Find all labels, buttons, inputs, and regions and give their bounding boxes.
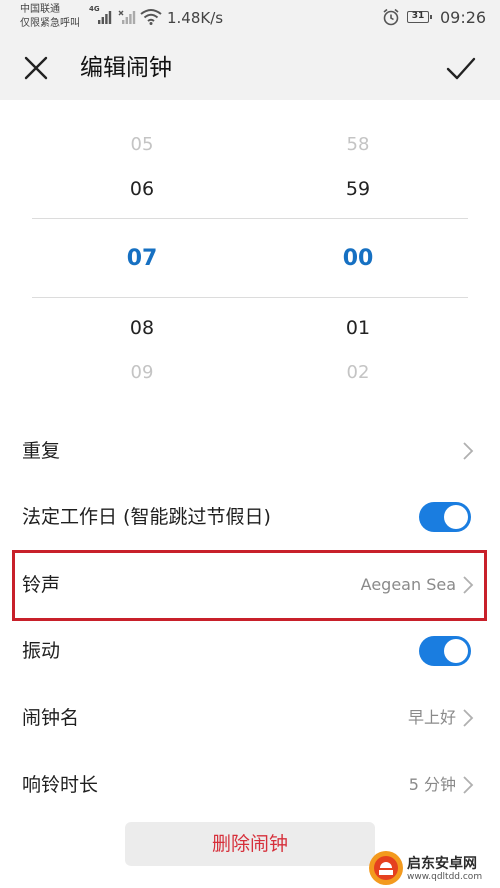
wifi-icon <box>140 8 162 29</box>
delete-alarm-button[interactable]: 删除闹钟 <box>125 822 375 866</box>
time-picker[interactable]: 05 06 07 08 09 58 59 00 01 02 <box>0 100 500 400</box>
toggle-knob <box>444 505 468 529</box>
network-type-label: 4G <box>89 5 100 13</box>
repeat-row[interactable]: 重复 <box>0 418 500 484</box>
ringtone-row[interactable]: 铃声 Aegean Sea <box>0 552 500 618</box>
carrier-name: 中国联通 <box>20 4 60 15</box>
signal-4g-icon: 4G <box>89 5 113 24</box>
carrier-info: 中国联通 仅限紧急呼叫 <box>20 3 80 31</box>
minute-option[interactable]: 58 <box>318 134 398 155</box>
emergency-only-text: 仅限紧急呼叫 <box>20 18 80 29</box>
ring-duration-label: 响铃时长 <box>22 774 99 796</box>
page-title: 编辑闹钟 <box>80 55 172 81</box>
watermark-name: 启东安卓网 <box>407 856 477 872</box>
watermark: 启东安卓网 www.qdltdd.com <box>368 850 500 888</box>
vibration-toggle[interactable] <box>419 636 471 666</box>
chevron-right-icon <box>463 442 474 460</box>
ringtone-value: Aegean Sea <box>360 575 456 594</box>
close-icon <box>24 56 48 80</box>
hour-option[interactable]: 08 <box>102 317 182 339</box>
chevron-right-icon <box>463 776 474 794</box>
signal-no-sim-icon <box>118 9 138 24</box>
ring-duration-row[interactable]: 响铃时长 5 分钟 <box>0 752 500 818</box>
toggle-knob <box>444 639 468 663</box>
vibration-label: 振动 <box>22 640 61 662</box>
check-icon <box>446 57 476 80</box>
watermark-url: www.qdltdd.com <box>407 872 483 882</box>
picker-divider-bottom <box>32 297 468 298</box>
battery-icon: 31 <box>407 11 432 23</box>
workday-label: 法定工作日 (智能跳过节假日) <box>22 506 271 528</box>
alarm-name-value: 早上好 <box>407 708 456 727</box>
battery-level: 31 <box>411 11 425 21</box>
minute-option[interactable]: 59 <box>318 178 398 200</box>
hour-option[interactable]: 09 <box>102 362 182 383</box>
hour-option[interactable]: 05 <box>102 134 182 155</box>
minute-option[interactable]: 01 <box>318 317 398 339</box>
site-logo-icon <box>369 851 403 885</box>
status-bar: 中国联通 仅限紧急呼叫 4G 1.48K/s 31 09:26 <box>0 0 500 36</box>
status-time: 09:26 <box>440 8 487 27</box>
selected-minute[interactable]: 00 <box>318 246 398 271</box>
minute-option[interactable]: 02 <box>318 362 398 383</box>
workday-toggle[interactable] <box>419 502 471 532</box>
selected-hour[interactable]: 07 <box>102 246 182 271</box>
alarm-name-label: 闹钟名 <box>22 707 80 729</box>
alarm-name-row[interactable]: 闹钟名 早上好 <box>0 685 500 751</box>
hour-option[interactable]: 06 <box>102 178 182 200</box>
picker-divider-top <box>32 218 468 219</box>
alarm-clock-icon <box>382 8 400 30</box>
confirm-button[interactable] <box>444 51 478 85</box>
workday-row: 法定工作日 (智能跳过节假日) <box>0 484 500 550</box>
vibration-row: 振动 <box>0 618 500 684</box>
network-speed: 1.48K/s <box>167 9 224 27</box>
ringtone-label: 铃声 <box>22 574 61 596</box>
repeat-label: 重复 <box>22 440 61 462</box>
chevron-right-icon <box>463 576 474 594</box>
ring-duration-value: 5 分钟 <box>408 775 456 794</box>
header-bar: 编辑闹钟 <box>0 36 500 100</box>
chevron-right-icon <box>463 709 474 727</box>
close-button[interactable] <box>20 52 52 84</box>
